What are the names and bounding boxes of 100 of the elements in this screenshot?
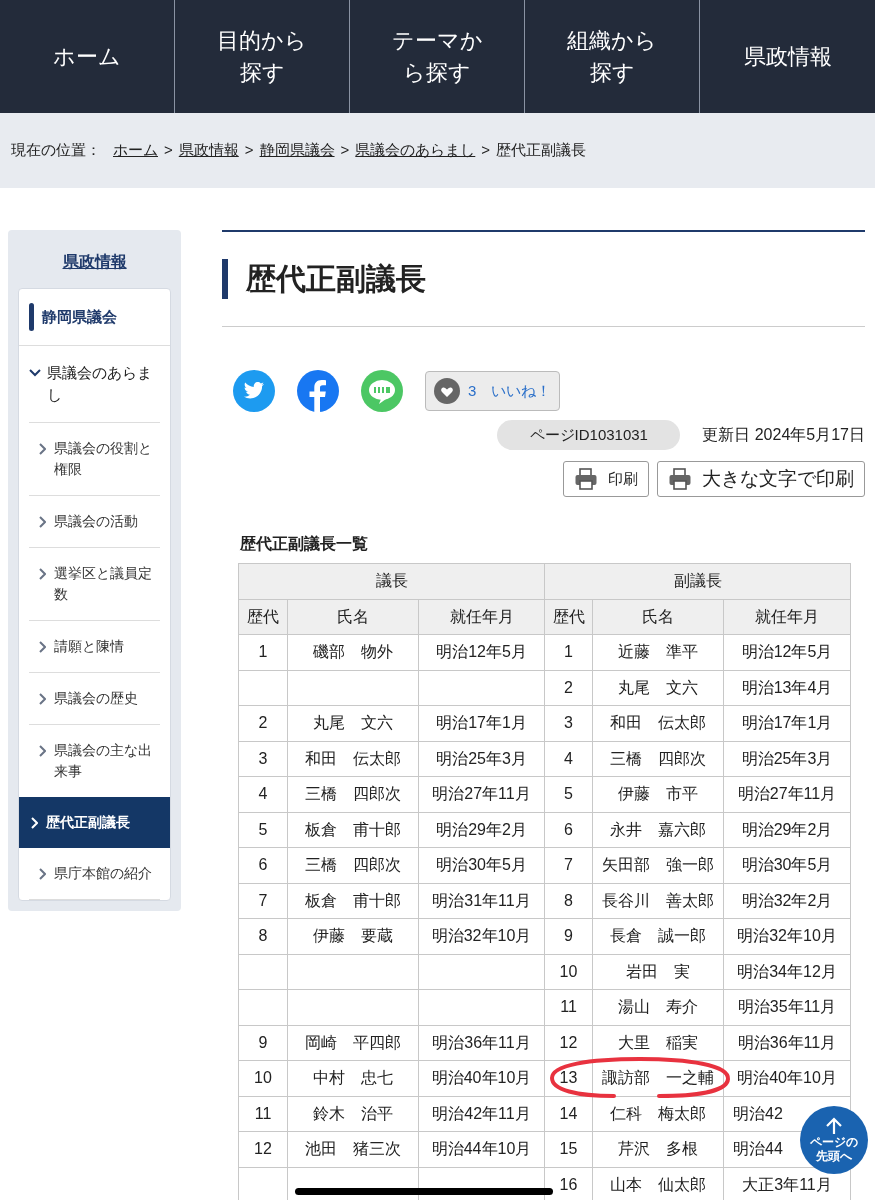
table-cell: 長倉 誠一郎	[592, 918, 724, 954]
bird-share-icon[interactable]	[233, 370, 275, 412]
column-group-header: 議長	[238, 563, 545, 599]
table-cell: 明治36年11月	[418, 1025, 545, 1061]
table-cell: 和田 伝太郎	[287, 741, 419, 777]
speech-bubble-share-icon[interactable]	[361, 370, 403, 412]
table-cell: 丸尾 文六	[592, 670, 724, 706]
table-cell: 明治17年1月	[418, 705, 545, 741]
breadcrumb-link[interactable]: 県議会のあらまし	[355, 139, 476, 162]
table-cell: 仁科 梅太郎	[592, 1096, 724, 1132]
table-cell: 7	[544, 847, 593, 883]
table-cell: 2	[544, 670, 593, 706]
table-cell: 明治27年11月	[723, 776, 851, 812]
table-cell: 永井 嘉六郎	[592, 812, 724, 848]
nav-link[interactable]: 県政情報	[732, 40, 843, 73]
table-cell: 伊藤 要蔵	[287, 918, 419, 954]
nav-link[interactable]: 目的から探す	[207, 24, 317, 89]
breadcrumb-link[interactable]: ホーム	[113, 139, 158, 162]
column-header: 就任年月	[723, 599, 851, 635]
print-button[interactable]: 大きな文字で印刷	[657, 461, 865, 497]
table-cell: 4	[544, 741, 593, 777]
column-header: 氏名	[592, 599, 724, 635]
table-cell: 明治25年3月	[418, 741, 545, 777]
sidebar-link[interactable]: 請願と陳情	[29, 621, 160, 673]
table-cell: 明治32年10月	[418, 918, 545, 954]
table-cell: 5	[238, 812, 288, 848]
sidebar-link[interactable]: 歴代正副議長	[19, 797, 170, 848]
sidebar-section-link[interactable]: 静岡県議会	[19, 289, 170, 346]
page-id-badge: ページID1031031	[497, 420, 681, 450]
table-cell: 1	[238, 634, 288, 670]
table-cell: 6	[544, 812, 593, 848]
nav-link[interactable]: ホーム	[32, 40, 142, 73]
back-to-top-button[interactable]: ページの先頭へ	[800, 1106, 868, 1174]
table-cell: 明治40年10月	[418, 1060, 545, 1096]
print-button[interactable]: 印刷	[563, 461, 649, 497]
table-cell: 13	[544, 1060, 593, 1096]
table-cell: 明治34年12月	[723, 954, 851, 990]
table-cell: 明治27年11月	[418, 776, 545, 812]
table-cell: 伊藤 市平	[592, 776, 724, 812]
printer-icon	[668, 467, 692, 491]
sidebar-title-link[interactable]: 県政情報	[62, 253, 127, 270]
table-cell: 岡崎 平四郎	[287, 1025, 419, 1061]
chevron-right-icon	[37, 868, 46, 880]
column-header: 就任年月	[418, 599, 545, 635]
nav-link[interactable]: テーマから探す	[382, 24, 492, 89]
active-bar	[29, 303, 34, 331]
up-arrow-icon	[825, 1117, 843, 1135]
chevron-right-icon	[37, 745, 46, 757]
breadcrumb-separator: >	[244, 140, 254, 161]
page-title: 歴代正副議長	[222, 259, 426, 299]
table-cell: 4	[238, 776, 288, 812]
sidebar-group-link[interactable]: 県議会のあらまし	[29, 346, 160, 423]
sidebar-link[interactable]: 選挙区と議員定数	[29, 548, 160, 621]
chevron-right-icon	[37, 568, 46, 580]
table-cell: 10	[238, 1060, 288, 1096]
sidebar-link[interactable]: 県議会の歴史	[29, 673, 160, 725]
updated-date: 更新日 2024年5月17日	[702, 425, 865, 445]
breadcrumb-separator: >	[481, 140, 491, 161]
table-cell: 明治12年5月	[418, 634, 545, 670]
breadcrumb-link[interactable]: 県政情報	[178, 139, 239, 162]
table-caption: 歴代正副議長一覧	[240, 534, 369, 554]
table-cell: 7	[238, 883, 288, 919]
table-cell: 板倉 甫十郎	[287, 883, 419, 919]
table-cell: 8	[544, 883, 593, 919]
table-cell: 11	[544, 989, 593, 1025]
like-button[interactable]: 3 いいね！	[425, 371, 561, 411]
table-cell: 中村 忠七	[287, 1060, 419, 1096]
table-cell: 明治32年2月	[723, 883, 851, 919]
table-cell: 3	[544, 705, 593, 741]
table-cell: 8	[238, 918, 288, 954]
table-cell: 三橋 四郎次	[287, 847, 419, 883]
column-header: 歴代	[238, 599, 288, 635]
table-cell: 14	[544, 1096, 593, 1132]
breadcrumb-label: 現在の位置：	[11, 140, 101, 161]
chevron-right-icon	[37, 693, 46, 705]
table-cell: 明治25年3月	[723, 741, 851, 777]
chevron-right-icon	[37, 641, 46, 653]
sidebar-link[interactable]: 県議会の活動	[29, 496, 160, 548]
breadcrumb-current: 歴代正副議長	[496, 140, 587, 161]
table-cell: 池田 猪三次	[287, 1131, 419, 1167]
table-cell: 明治13年4月	[723, 670, 851, 706]
table-cell: 明治35年11月	[723, 989, 851, 1025]
table-cell: 明治12年5月	[723, 634, 851, 670]
letter-f-share-icon[interactable]	[297, 370, 339, 412]
table-cell: 磯部 物外	[287, 634, 419, 670]
table-cell: 和田 伝太郎	[592, 705, 724, 741]
table-cell: 9	[238, 1025, 288, 1061]
sidebar-link[interactable]: 県議会の役割と権限	[29, 423, 160, 496]
breadcrumb-link[interactable]: 静岡県議会	[259, 139, 335, 162]
nav-link[interactable]: 組織から探す	[557, 24, 667, 89]
table-cell: 明治30年5月	[418, 847, 545, 883]
table-cell: 鈴木 治平	[287, 1096, 419, 1132]
table-cell: 矢田部 強一郎	[592, 847, 724, 883]
sidebar-link[interactable]: 県庁本館の紹介	[29, 848, 160, 900]
table-cell: 明治32年10月	[723, 918, 851, 954]
table-cell: 近藤 準平	[592, 634, 724, 670]
printer-icon	[574, 467, 598, 491]
column-header: 氏名	[287, 599, 419, 635]
table-cell: 明治40年10月	[723, 1060, 851, 1096]
column-header: 歴代	[544, 599, 593, 635]
